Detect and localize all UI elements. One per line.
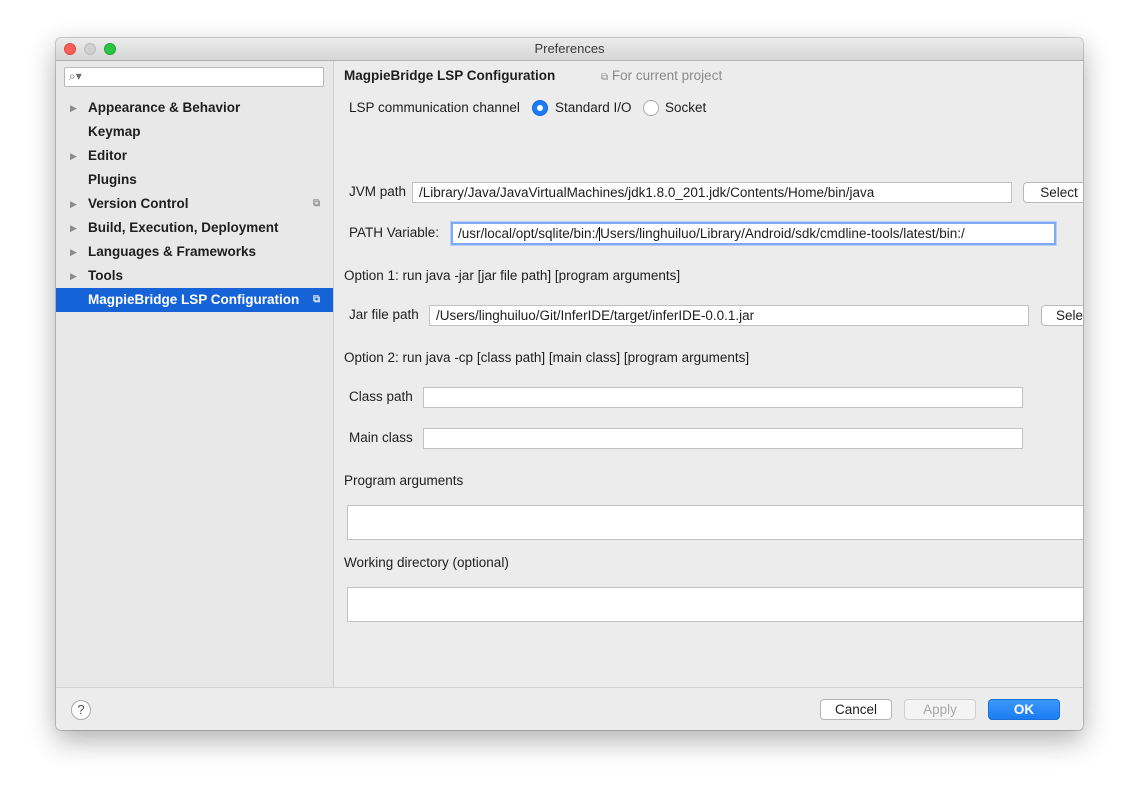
ok-button[interactable]: OK <box>988 699 1060 720</box>
expand-arrow-icon[interactable]: ▶ <box>70 216 77 240</box>
sidebar-item-label: Editor <box>88 148 127 163</box>
settings-search-input[interactable]: ⌕▾ <box>64 67 324 87</box>
program-arguments-input[interactable] <box>347 505 1083 540</box>
scope-indicator: ⧉ For current project <box>601 68 722 83</box>
jar-file-path-input[interactable]: /Users/linghuiluo/Git/InferIDE/target/in… <box>429 305 1029 326</box>
working-directory-label: Working directory (optional) <box>344 555 509 570</box>
sidebar-item-label: MagpieBridge LSP Configuration <box>88 292 300 307</box>
sidebar-item-version-control[interactable]: ▶ Version Control ⧉ <box>56 192 333 216</box>
page-title: MagpieBridge LSP Configuration <box>344 68 556 83</box>
settings-content: MagpieBridge LSP Configuration ⧉ For cur… <box>334 61 1083 687</box>
radio-socket[interactable] <box>643 100 659 116</box>
expand-arrow-icon[interactable]: ▶ <box>70 144 77 168</box>
main-class-label: Main class <box>349 430 413 445</box>
class-path-input[interactable] <box>423 387 1023 408</box>
path-variable-text-after-caret: Users/linghuiluo/Library/Android/sdk/cmd… <box>600 226 965 241</box>
radio-standard-io[interactable] <box>532 100 548 116</box>
sidebar-item-build-execution-deployment[interactable]: ▶ Build, Execution, Deployment <box>56 216 333 240</box>
sidebar-item-plugins[interactable]: Plugins <box>56 168 333 192</box>
preferences-window: Preferences ⌕▾ ▶ Appearance & Behavior K… <box>56 38 1083 730</box>
apply-button[interactable]: Apply <box>904 699 976 720</box>
expand-arrow-icon[interactable]: ▶ <box>70 264 77 288</box>
scope-label: For current project <box>611 68 723 83</box>
radio-standard-io-label[interactable]: Standard I/O <box>555 100 632 115</box>
title-bar: Preferences <box>56 38 1083 61</box>
jvm-path-input[interactable]: /Library/Java/JavaVirtualMachines/jdk1.8… <box>412 182 1012 203</box>
project-scope-icon: ⧉ <box>601 72 609 83</box>
project-scope-icon: ⧉ <box>313 198 321 209</box>
sidebar-item-label: Appearance & Behavior <box>88 100 241 115</box>
search-icon: ⌕▾ <box>69 69 82 83</box>
radio-socket-label[interactable]: Socket <box>665 100 706 115</box>
cancel-button[interactable]: Cancel <box>820 699 892 720</box>
jvm-path-label: JVM path <box>349 184 407 199</box>
window-title: Preferences <box>534 41 605 56</box>
sidebar-item-tools[interactable]: ▶ Tools <box>56 264 333 288</box>
sidebar-item-magpiebridge-lsp-configuration[interactable]: MagpieBridge LSP Configuration ⧉ <box>56 288 333 312</box>
expand-arrow-icon[interactable]: ▶ <box>70 192 77 216</box>
jar-file-select-button[interactable]: Sele <box>1041 305 1083 326</box>
channel-label: LSP communication channel <box>349 100 520 115</box>
sidebar-item-languages-frameworks[interactable]: ▶ Languages & Frameworks <box>56 240 333 264</box>
sidebar-item-label: Languages & Frameworks <box>88 244 257 259</box>
option1-heading: Option 1: run java -jar [jar file path] … <box>344 268 681 283</box>
sidebar-item-label: Version Control <box>88 196 189 211</box>
settings-sidebar: ⌕▾ ▶ Appearance & Behavior Keymap ▶ Edit… <box>56 61 334 687</box>
jvm-path-select-button[interactable]: Select <box>1023 182 1083 203</box>
class-path-label: Class path <box>349 389 413 404</box>
sidebar-item-label: Keymap <box>88 124 141 139</box>
sidebar-item-editor[interactable]: ▶ Editor <box>56 144 333 168</box>
sidebar-item-label: Plugins <box>88 172 137 187</box>
option2-heading: Option 2: run java -cp [class path] [mai… <box>344 350 750 365</box>
program-arguments-label: Program arguments <box>344 473 464 488</box>
sidebar-item-label: Build, Execution, Deployment <box>88 220 279 235</box>
expand-arrow-icon[interactable]: ▶ <box>70 240 77 264</box>
working-directory-input[interactable] <box>347 587 1083 622</box>
jar-file-path-label: Jar file path <box>349 307 419 322</box>
dialog-footer: ? Cancel Apply OK <box>56 687 1083 730</box>
path-variable-label: PATH Variable: <box>349 225 440 240</box>
sidebar-item-label: Tools <box>88 268 123 283</box>
project-scope-icon: ⧉ <box>313 294 321 305</box>
sidebar-item-appearance-behavior[interactable]: ▶ Appearance & Behavior <box>56 96 333 120</box>
main-class-input[interactable] <box>423 428 1023 449</box>
path-variable-text-before-caret: /usr/local/opt/sqlite/bin:/ <box>458 226 600 241</box>
path-variable-input[interactable]: /usr/local/opt/sqlite/bin:/Users/linghui… <box>451 222 1056 245</box>
help-button[interactable]: ? <box>71 700 91 720</box>
expand-arrow-icon[interactable]: ▶ <box>70 96 77 120</box>
sidebar-item-keymap[interactable]: Keymap <box>56 120 333 144</box>
